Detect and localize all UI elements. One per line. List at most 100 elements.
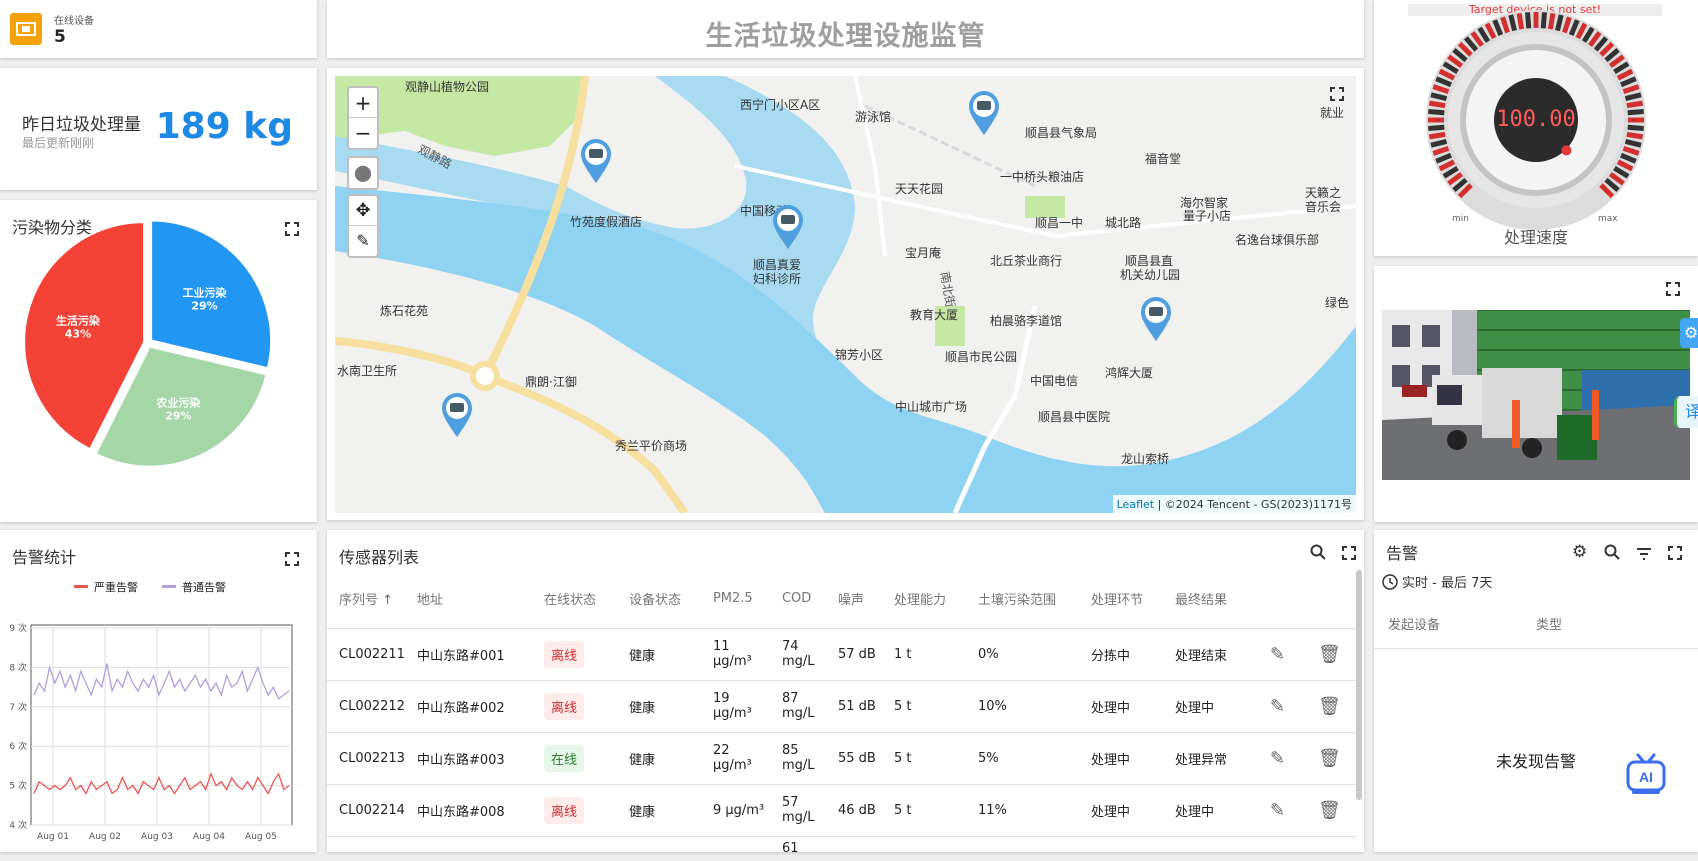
pollutant-pie-card: 污染物分类 工业污染 29% 农业污染 29% 生活污染 43% bbox=[0, 200, 317, 522]
edit-icon[interactable]: ✎ bbox=[1257, 731, 1306, 784]
alarm-line-chart: 4 次 5 次 6 次 7 次 8 次 9 次 Aug 01 Aug 02 Aug 03 Aug … bbox=[9, 622, 293, 842]
poi[interactable]: 就业 bbox=[1320, 104, 1344, 121]
table-row[interactable]: CL002214 中山东路#008 离线 健康 9 μg/m³ 57 mg/L 46 … bbox=[327, 783, 1357, 836]
poi[interactable]: 秀兰平价商场 bbox=[615, 437, 687, 454]
online-devices-label: 在线设备 bbox=[54, 16, 94, 27]
gauge-tick bbox=[1516, 12, 1525, 30]
col-header[interactable]: 土壤污染范围 bbox=[966, 570, 1079, 628]
poi[interactable]: 炼石花苑 bbox=[380, 302, 428, 319]
fullscreen-icon[interactable] bbox=[1668, 546, 1682, 560]
edit-icon[interactable]: ✎ bbox=[1257, 679, 1306, 732]
col-header[interactable]: 处理能力 bbox=[882, 570, 966, 628]
plot-area bbox=[30, 624, 293, 826]
x-tick-label: Aug 05 bbox=[245, 832, 277, 842]
move-tool-button[interactable]: ✥ bbox=[349, 196, 377, 226]
device-marker[interactable] bbox=[771, 204, 805, 250]
col-header[interactable]: COD bbox=[770, 570, 826, 628]
device-marker[interactable] bbox=[1139, 296, 1173, 342]
map[interactable]: + − ⬤ ✥ ✎ 观静山植物公园 西宁门小区A区 游泳馆 顺昌县气象局 就业 … bbox=[335, 76, 1356, 513]
poi[interactable]: 观静山植物公园 bbox=[405, 78, 489, 95]
status-badge: 在线 bbox=[543, 744, 584, 772]
leaflet-link[interactable]: Leaflet bbox=[1117, 498, 1154, 511]
poi[interactable]: 北丘茶业商行 bbox=[990, 252, 1062, 269]
erase-tool-button[interactable]: ✎ bbox=[349, 226, 377, 256]
col-header[interactable]: 设备状态 bbox=[617, 570, 701, 628]
poi[interactable]: 游泳馆 bbox=[855, 108, 891, 125]
col-header[interactable]: 噪声 bbox=[826, 570, 882, 628]
zoom-in-button[interactable]: + bbox=[349, 88, 377, 118]
map-fullscreen-icon[interactable] bbox=[1330, 86, 1344, 101]
col-header[interactable]: 序列号 ↑ bbox=[327, 570, 405, 628]
poi[interactable]: 音乐会 bbox=[1305, 198, 1341, 215]
table-row[interactable]: CL002211 中山东路#001 离线 健康 11 μg/m³ 74 mg/L 57… bbox=[327, 627, 1357, 680]
scrollbar[interactable] bbox=[1356, 570, 1362, 800]
poi[interactable]: 量子小店 bbox=[1183, 207, 1231, 224]
poi[interactable]: 机关幼儿园 bbox=[1120, 266, 1180, 283]
poi[interactable]: 竹苑度假酒店 bbox=[570, 213, 642, 230]
device-marker[interactable] bbox=[440, 392, 474, 438]
gauge-tick bbox=[1428, 131, 1446, 140]
marker-tool-button[interactable]: ⬤ bbox=[349, 158, 377, 188]
time-range[interactable]: 实时 - 最后 7天 bbox=[1382, 572, 1492, 591]
poi[interactable]: 名逸台球俱乐部 bbox=[1235, 231, 1319, 248]
map-attribution: Leaflet | ©2024 Tencent - GS(2023)1171号 bbox=[1112, 495, 1356, 513]
poi[interactable]: 顺昌县中医院 bbox=[1038, 408, 1110, 425]
translate-icon[interactable]: 译 bbox=[1674, 396, 1698, 428]
fullscreen-icon[interactable] bbox=[1666, 282, 1680, 296]
svg-text:AI: AI bbox=[1639, 769, 1653, 785]
table-row[interactable]: 61 bbox=[327, 835, 1357, 852]
col-header[interactable]: 最终结果 bbox=[1163, 570, 1258, 628]
poi[interactable]: 一中桥头粮油店 bbox=[1000, 168, 1084, 185]
settings-float-icon[interactable]: ⚙ bbox=[1680, 318, 1698, 348]
poi[interactable]: 水南卫生所 bbox=[337, 362, 397, 379]
poi[interactable]: 妇科诊所 bbox=[753, 270, 801, 287]
col-header[interactable]: 地址 bbox=[405, 570, 532, 628]
poi[interactable]: 顺昌一中 bbox=[1035, 214, 1083, 231]
gear-icon[interactable]: ⚙ bbox=[1572, 542, 1587, 562]
poi[interactable]: 城北路 bbox=[1105, 214, 1141, 231]
gauge-tick bbox=[1547, 12, 1556, 30]
search-icon[interactable] bbox=[1604, 544, 1620, 564]
y-tick-label: 7 次 bbox=[9, 701, 27, 713]
poi[interactable]: 顺昌县气象局 bbox=[1025, 124, 1097, 141]
gauge-tick bbox=[1626, 131, 1644, 140]
delete-icon[interactable]: 🗑 bbox=[1305, 679, 1357, 732]
edit-icon[interactable]: ✎ bbox=[1257, 783, 1306, 836]
poi[interactable]: 鸿辉大厦 bbox=[1105, 364, 1153, 381]
poi[interactable]: 西宁门小区A区 bbox=[740, 96, 820, 113]
poi[interactable]: 中国电信 bbox=[1030, 372, 1078, 389]
gauge-needle-dot bbox=[1561, 145, 1572, 156]
device-marker[interactable] bbox=[579, 138, 613, 184]
table-row[interactable]: CL002213 中山东路#003 在线 健康 22 μg/m³ 85 mg/L 55… bbox=[327, 731, 1357, 784]
poi[interactable]: 柏晨骆李道馆 bbox=[990, 312, 1062, 329]
filter-icon[interactable] bbox=[1636, 546, 1652, 565]
map-card: + − ⬤ ✥ ✎ 观静山植物公园 西宁门小区A区 游泳馆 顺昌县气象局 就业 … bbox=[327, 68, 1364, 520]
col-header[interactable]: 在线状态 bbox=[532, 570, 617, 628]
edit-icon[interactable]: ✎ bbox=[1257, 627, 1306, 680]
poi[interactable]: 鼎朗·江御 bbox=[525, 373, 577, 390]
device-marker[interactable] bbox=[967, 90, 1001, 136]
table-row[interactable]: CL002212 中山东路#002 离线 健康 19 μg/m³ 87 mg/L 51… bbox=[327, 679, 1357, 732]
poi[interactable]: 教育大厦 bbox=[910, 306, 958, 323]
delete-icon[interactable]: 🗑 bbox=[1305, 627, 1357, 680]
waste-amount-card: 昨日垃圾处理量 最后更新刚刚 189 kg bbox=[0, 68, 317, 190]
zoom-out-button[interactable]: − bbox=[349, 118, 377, 148]
poi[interactable]: 龙山索桥 bbox=[1121, 450, 1169, 467]
poi[interactable]: 绿色 bbox=[1325, 294, 1349, 311]
fullscreen-icon[interactable] bbox=[1342, 546, 1356, 560]
poi[interactable]: 宝月庵 bbox=[905, 244, 941, 261]
search-icon[interactable] bbox=[1310, 544, 1326, 564]
delete-icon[interactable]: 🗑 bbox=[1305, 731, 1357, 784]
poi[interactable]: 中山城市广场 bbox=[895, 398, 967, 415]
poi[interactable]: 锦芳小区 bbox=[835, 346, 883, 363]
col-header[interactable]: 处理环节 bbox=[1079, 570, 1163, 628]
alarm-col-device[interactable]: 发起设备 bbox=[1388, 614, 1440, 633]
poi[interactable]: 福音堂 bbox=[1145, 150, 1181, 167]
divider bbox=[1374, 648, 1698, 649]
delete-icon[interactable]: 🗑 bbox=[1305, 783, 1357, 836]
poi[interactable]: 天天花园 bbox=[895, 180, 943, 197]
poi[interactable]: 顺昌市民公园 bbox=[945, 348, 1017, 365]
ai-assistant-icon[interactable]: AI bbox=[1624, 752, 1668, 796]
col-header[interactable]: PM2.5 bbox=[701, 570, 770, 628]
alarm-col-type[interactable]: 类型 bbox=[1536, 614, 1562, 633]
